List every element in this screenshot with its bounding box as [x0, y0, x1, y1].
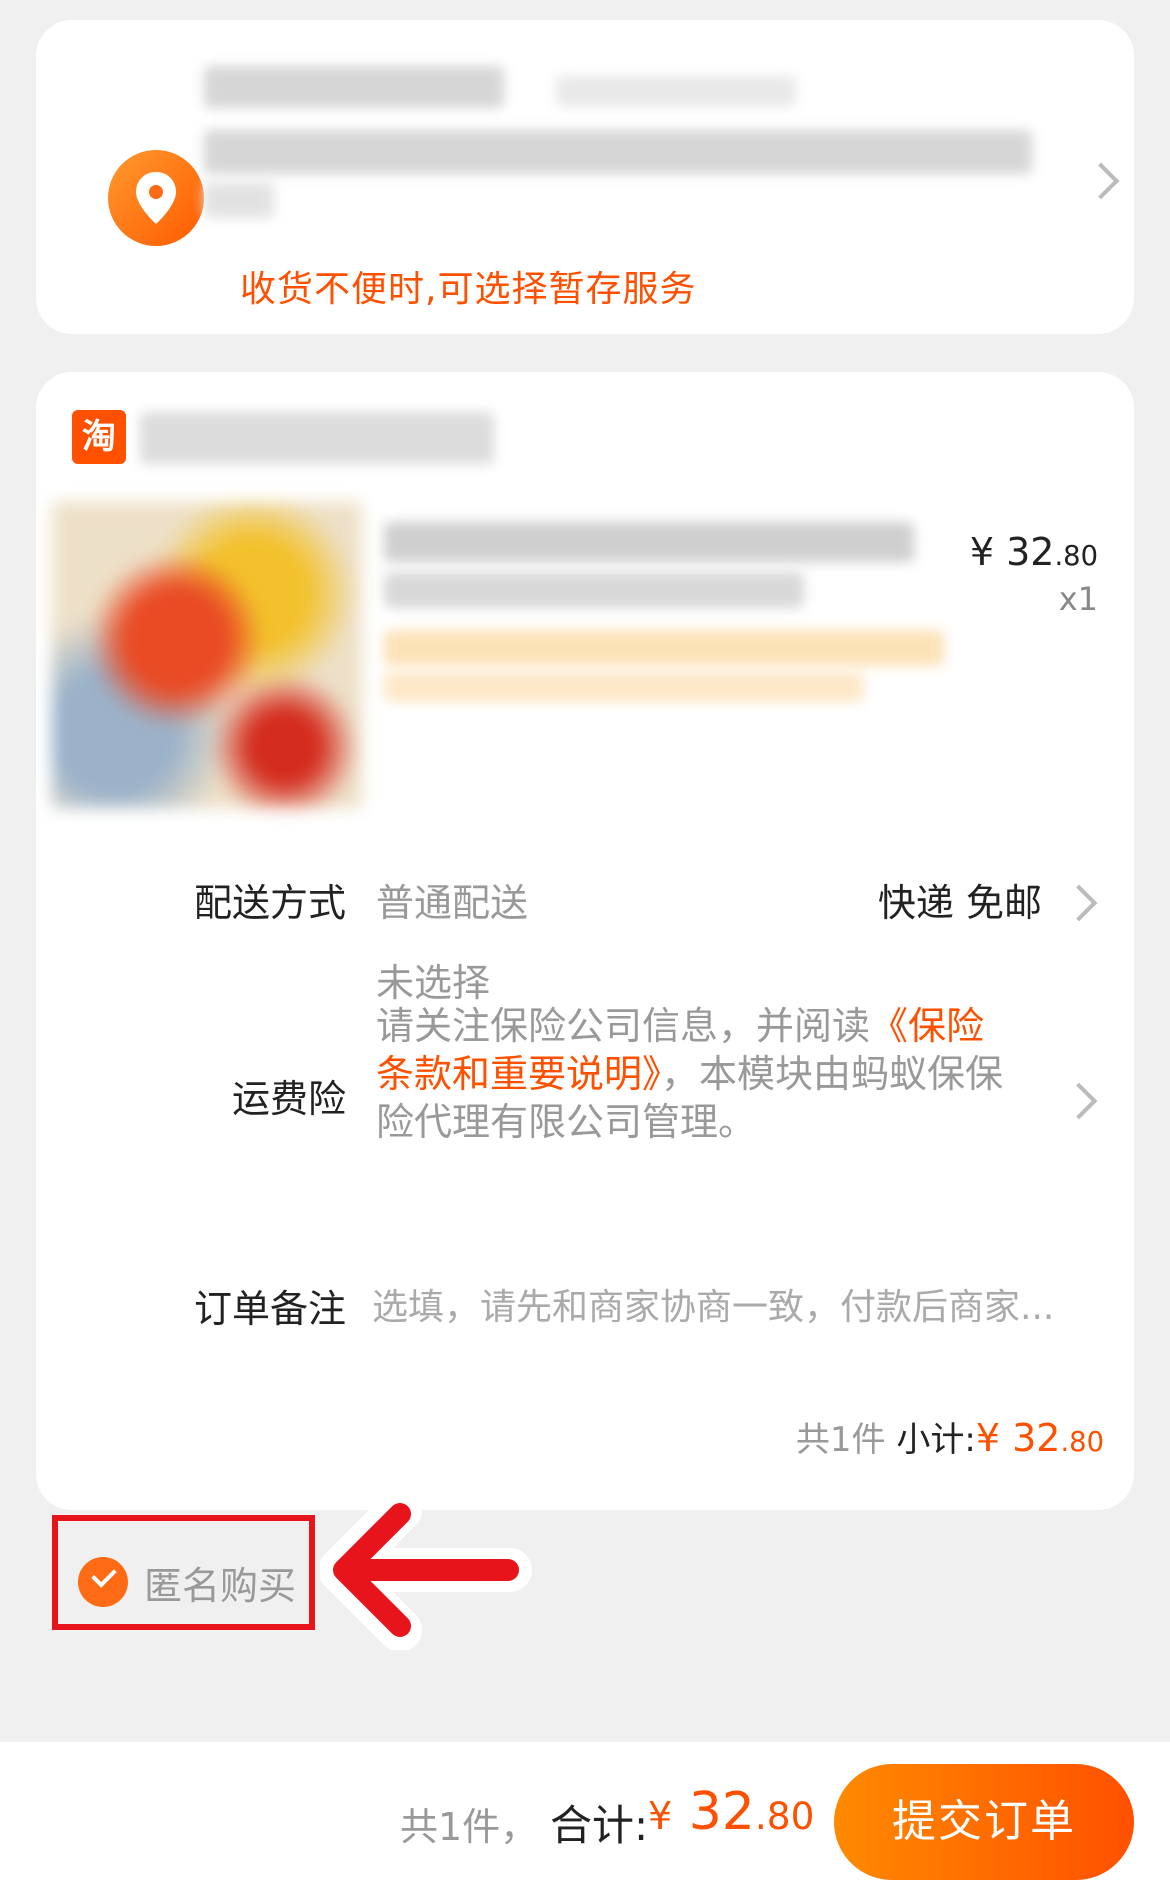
address-line-blurred [204, 130, 1032, 174]
product-title-blurred[interactable] [384, 522, 914, 562]
chevron-right-icon [1082, 162, 1120, 200]
product-title-line2-blurred [384, 572, 804, 608]
product-price: ¥ 32.80 [970, 530, 1098, 574]
address-line2-blurred [204, 182, 274, 218]
delivery-label: 配送方式 [193, 881, 346, 925]
price-integer: 32 [688, 1782, 755, 1842]
location-pin-icon [108, 150, 204, 246]
chevron-right-icon[interactable] [1060, 1082, 1098, 1120]
currency-symbol: ¥ [975, 1416, 1001, 1460]
price-integer: 32 [1006, 530, 1055, 574]
insurance-notice-prefix: 请关注保险公司信息，并阅读 [376, 1004, 871, 1048]
shop-name-blurred[interactable] [140, 412, 494, 464]
product-sku-blurred[interactable] [384, 630, 944, 666]
subtotal: 共1件 小计:¥ 32.80 [796, 1412, 1104, 1461]
annotation-arrow-icon [320, 1490, 532, 1650]
subtotal-price: ¥ 32.80 [976, 1416, 1104, 1460]
taobao-logo: 淘 [72, 410, 126, 464]
recipient-phone-blurred [556, 76, 796, 106]
insurance-label: 运费险 [231, 1077, 346, 1121]
anonymous-purchase-highlight: 匿名购买 [52, 1515, 315, 1630]
product-quantity: x1 [1058, 580, 1098, 618]
anonymous-purchase-label[interactable]: 匿名购买 [144, 1555, 296, 1610]
product-sku-line2-blurred [384, 672, 864, 702]
storage-service-hint[interactable]: 收货不便时,可选择暂存服务 [240, 260, 696, 312]
checkmark-circle-icon[interactable] [78, 1557, 128, 1607]
total-item-count: 共1件， [400, 1805, 539, 1849]
insurance-notice: 请关注保险公司信息，并阅读《保险条款和重要说明》，本模块由蚂蚁保保险代理有限公司… [376, 1002, 1016, 1146]
delivery-value[interactable]: 普通配送 [376, 872, 528, 927]
order-card: 淘 ¥ 32.80 x1 配送方式 普通配送 快递 免邮 运费险 未选择 请关注… [36, 372, 1134, 1510]
currency-symbol: ¥ [969, 530, 995, 574]
chevron-right-icon[interactable] [1060, 884, 1098, 922]
product-image[interactable] [52, 502, 362, 808]
subtotal-count: 共1件 [795, 1420, 886, 1460]
order-note-label: 订单备注 [193, 1287, 346, 1331]
recipient-name-blurred [204, 66, 504, 108]
delivery-fee[interactable]: 快递 免邮 [878, 872, 1042, 927]
submit-order-button[interactable]: 提交订单 [834, 1764, 1134, 1880]
total-price: ¥ 32.80 [648, 1782, 814, 1842]
address-card[interactable]: 收货不便时,可选择暂存服务 [36, 20, 1134, 334]
price-integer: 32 [1012, 1416, 1061, 1460]
order-note-input[interactable]: 选填，请先和商家协商一致，付款后商家... [372, 1278, 1054, 1330]
price-decimal: .80 [1060, 1427, 1104, 1458]
insurance-status[interactable]: 未选择 [376, 952, 490, 1007]
order-confirm-page: 收货不便时,可选择暂存服务 淘 ¥ 32.80 x1 配送方式 普通配送 快递 … [0, 0, 1170, 1893]
price-decimal: .80 [1054, 541, 1098, 572]
subtotal-label: 小计: [896, 1420, 976, 1460]
price-decimal: .80 [754, 1794, 815, 1838]
checkout-bar: 共1件， 合计: ¥ 32.80 提交订单 [0, 1742, 1170, 1893]
currency-symbol: ¥ [648, 1794, 673, 1838]
total-label: 合计: [550, 1801, 649, 1850]
